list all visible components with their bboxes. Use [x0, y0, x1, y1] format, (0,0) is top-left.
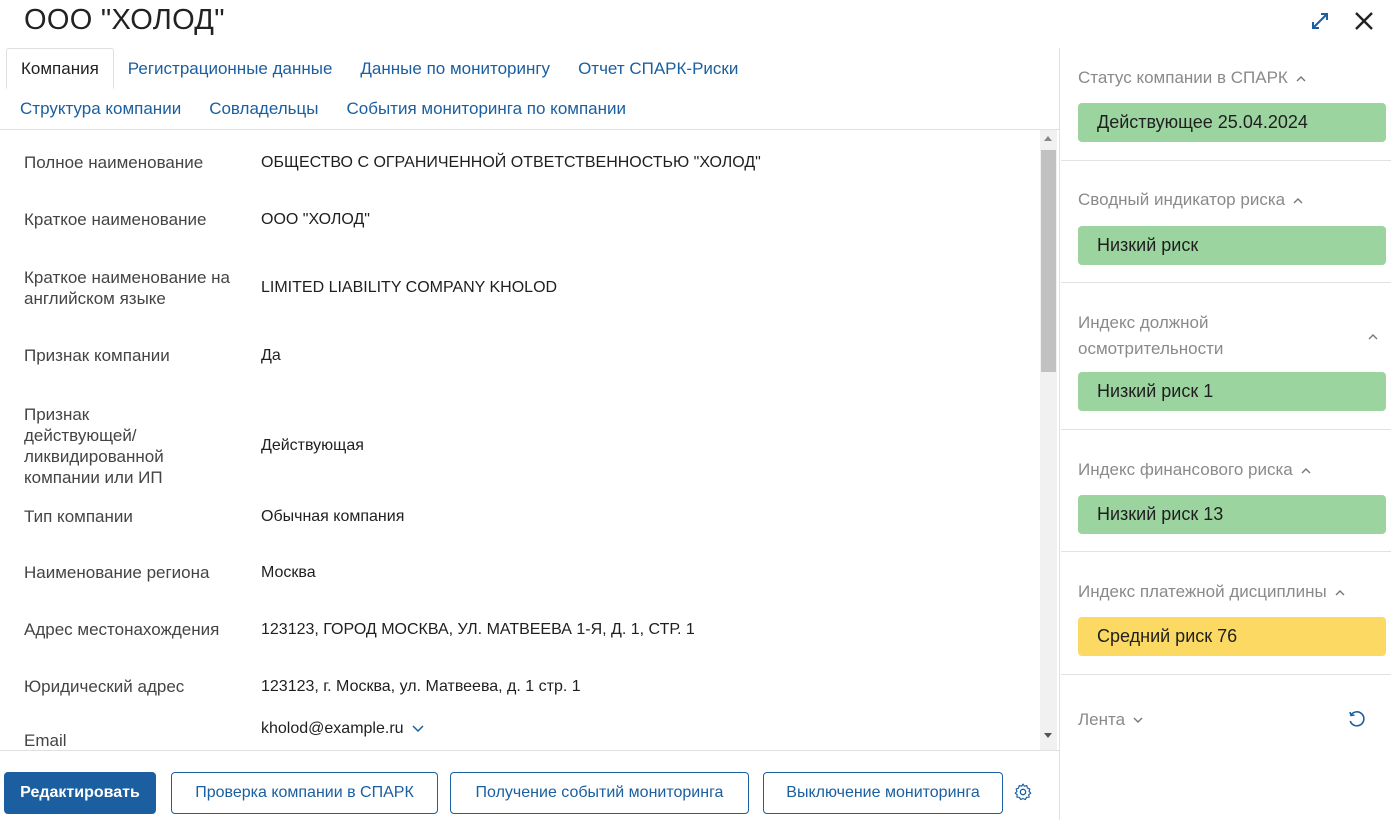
risk-badge: Низкий риск 1 [1078, 372, 1386, 411]
tab-spark-risks-report[interactable]: Отчет СПАРК-Риски [564, 48, 752, 89]
section-due-diligence: Индекс должной осмотрительности Низкий р… [1061, 283, 1391, 430]
field-label: Признак действующей/ ликвидированной ком… [24, 405, 164, 487]
email-value[interactable]: kholod@example.ru [261, 720, 424, 738]
field-region: Наименование региона Москва [24, 562, 1024, 583]
section-title: Сводный индикатор риска [1078, 190, 1286, 209]
section-title: Статус компании в СПАРК [1078, 68, 1288, 87]
field-value: ООО "ХОЛОД" [261, 210, 370, 228]
section-header[interactable]: Индекс финансового риска [1078, 457, 1311, 483]
close-icon[interactable] [1351, 8, 1377, 34]
action-bar: Редактировать Проверка компании в СПАРК … [0, 750, 1060, 820]
refresh-icon[interactable] [1347, 710, 1367, 730]
scroll-thumb[interactable] [1041, 150, 1056, 372]
section-header[interactable]: Индекс платежной дисциплины [1078, 579, 1345, 605]
tab-bar: Компания Регистрационные данные Данные п… [6, 48, 1056, 129]
field-label: Юридический адрес [24, 677, 185, 696]
field-location-address: Адрес местонахождения 123123, ГОРОД МОСК… [24, 619, 1024, 640]
field-value: 123123, г. Москва, ул. Матвеева, д. 1 ст… [261, 677, 581, 695]
chevron-up-icon[interactable] [1301, 467, 1311, 474]
chevron-down-icon[interactable] [412, 725, 424, 733]
field-value: Действующая [261, 437, 364, 454]
section-header[interactable]: Статус компании в СПАРК [1078, 65, 1306, 91]
field-company-type: Тип компании Обычная компания [24, 506, 1024, 527]
section-summary-risk: Сводный индикатор риска Низкий риск [1061, 161, 1391, 283]
chevron-up-icon[interactable] [1335, 589, 1345, 596]
tab-monitoring-data[interactable]: Данные по мониторингу [346, 48, 564, 89]
tab-registration-data[interactable]: Регистрационные данные [114, 48, 347, 89]
field-label: Признак компании [24, 346, 170, 365]
section-title: Индекс должной осмотрительности [1078, 313, 1224, 358]
section-title: Индекс платежной дисциплины [1078, 582, 1327, 601]
status-badge: Действующее 25.04.2024 [1078, 103, 1386, 142]
chevron-up-icon[interactable] [1293, 197, 1303, 204]
section-spark-status: Статус компании в СПАРК Действующее 25.0… [1061, 48, 1391, 161]
section-header[interactable]: Сводный индикатор риска [1078, 187, 1303, 213]
field-label: Полное наименование [24, 153, 204, 172]
spark-check-button[interactable]: Проверка компании в СПАРК [171, 772, 438, 814]
field-full-name: Полное наименование ОБЩЕСТВО С ОГРАНИЧЕН… [24, 152, 1024, 173]
field-label: Краткое наименование [24, 210, 207, 229]
gear-icon[interactable] [1013, 782, 1033, 802]
get-monitoring-events-button[interactable]: Получение событий мониторинга [450, 772, 749, 814]
risk-badge: Низкий риск 13 [1078, 495, 1386, 534]
field-value: Москва [261, 563, 316, 581]
field-label: Краткое наименование на английском языке [24, 268, 231, 308]
tab-company-structure[interactable]: Структура компании [6, 89, 195, 129]
section-financial-risk: Индекс финансового риска Низкий риск 13 [1061, 430, 1391, 552]
feed-header[interactable]: Лента [1078, 707, 1143, 733]
content-scrollbar[interactable] [1040, 130, 1057, 750]
field-short-name: Краткое наименование ООО "ХОЛОД" [24, 209, 1024, 230]
risk-badge: Низкий риск [1078, 226, 1386, 265]
feed-title: Лента [1078, 710, 1126, 729]
disable-monitoring-button[interactable]: Выключение мониторинга [763, 772, 1003, 814]
field-label: Адрес местонахождения [24, 620, 220, 639]
scroll-down-arrow-icon[interactable] [1044, 733, 1052, 738]
field-value: LIMITED LIABILITY COMPANY KHOLOD [261, 279, 558, 296]
field-label: Наименование региона [24, 563, 210, 582]
section-title: Индекс финансового риска [1078, 460, 1293, 479]
email-text: kholod@example.ru [261, 720, 404, 737]
field-label: Email [24, 731, 67, 750]
risk-badge: Средний риск 76 [1078, 617, 1386, 656]
section-header[interactable]: Индекс должной осмотрительности [1078, 310, 1378, 362]
tab-row-2: Структура компании Совладельцы События м… [6, 89, 1056, 129]
expand-icon[interactable] [1307, 8, 1333, 34]
tab-row-1: Компания Регистрационные данные Данные п… [6, 48, 1056, 89]
field-english-name: Краткое наименование на английском языке… [24, 267, 1024, 309]
page-title: ООО "ХОЛОД" [24, 4, 225, 36]
scroll-up-arrow-icon[interactable] [1044, 136, 1052, 141]
field-value: Да [261, 346, 281, 364]
risk-sidebar: Статус компании в СПАРК Действующее 25.0… [1061, 48, 1391, 820]
tab-company[interactable]: Компания [6, 48, 114, 89]
field-label: Тип компании [24, 507, 133, 526]
main-panel: Компания Регистрационные данные Данные п… [0, 48, 1060, 820]
field-value: 123123, ГОРОД МОСКВА, УЛ. МАТВЕЕВА 1-Я, … [261, 620, 695, 638]
tab-monitoring-events[interactable]: События мониторинга по компании [332, 89, 640, 129]
chevron-down-icon[interactable] [1133, 717, 1143, 724]
section-payment-discipline: Индекс платежной дисциплины Средний риск… [1061, 552, 1391, 675]
field-value: Обычная компания [261, 507, 405, 525]
tab-co-owners[interactable]: Совладельцы [195, 89, 332, 129]
field-active-flag: Признак действующей/ ликвидированной ком… [24, 404, 1024, 488]
company-fields: Полное наименование ОБЩЕСТВО С ОГРАНИЧЕН… [0, 130, 1040, 750]
field-email: Email kholod@example.ru [24, 720, 1024, 750]
field-value: ОБЩЕСТВО С ОГРАНИЧЕННОЙ ОТВЕТСТВЕННОСТЬЮ… [261, 153, 761, 171]
window-controls [1307, 8, 1377, 34]
field-company-flag: Признак компании Да [24, 345, 1024, 366]
chevron-up-icon[interactable] [1368, 333, 1378, 340]
chevron-up-icon[interactable] [1296, 75, 1306, 82]
field-legal-address: Юридический адрес 123123, г. Москва, ул.… [24, 676, 1024, 697]
edit-button[interactable]: Редактировать [4, 772, 156, 814]
